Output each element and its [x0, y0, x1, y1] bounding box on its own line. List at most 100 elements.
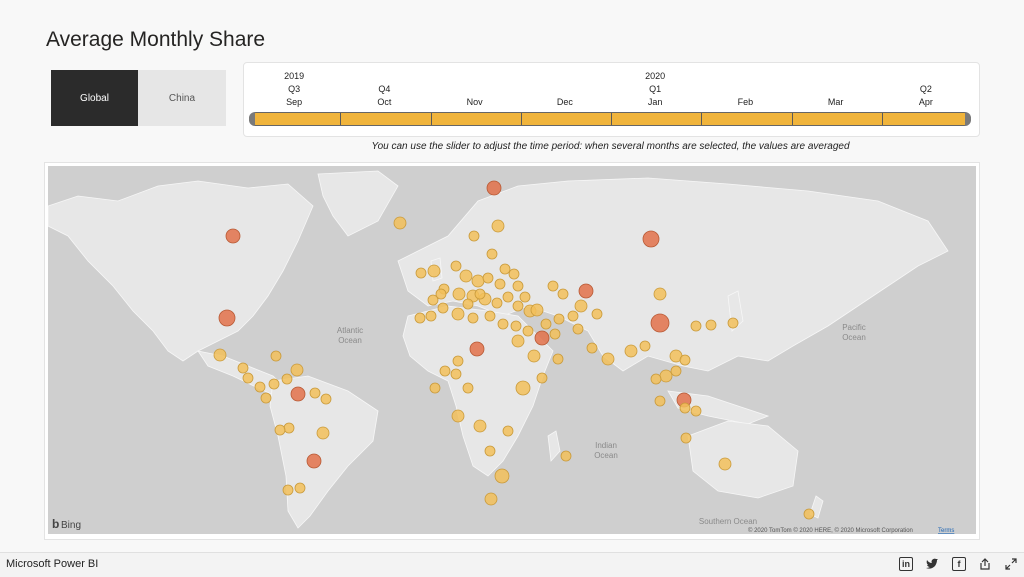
map-bubble[interactable] — [471, 274, 485, 288]
map-bubble[interactable] — [624, 344, 638, 358]
map-bubble[interactable] — [803, 508, 815, 520]
map-bubble[interactable] — [282, 484, 294, 496]
world-bubble-map[interactable]: Atlantic Ocean Pacific Ocean Indian Ocean Sout… — [48, 166, 976, 534]
facebook-icon[interactable]: f — [952, 557, 966, 571]
map-bubble[interactable] — [294, 482, 306, 494]
map-bubble[interactable] — [547, 280, 559, 292]
map-bubble[interactable] — [511, 334, 525, 348]
map-bubble[interactable] — [468, 230, 480, 242]
map-bubble[interactable] — [494, 278, 506, 290]
map-bubble[interactable] — [225, 228, 241, 244]
map-bubble[interactable] — [482, 272, 494, 284]
map-bubble[interactable] — [560, 450, 572, 462]
map-bubble[interactable] — [439, 365, 451, 377]
map-bubble[interactable] — [553, 313, 565, 325]
map-bubble[interactable] — [601, 352, 615, 366]
map-bubble[interactable] — [670, 365, 682, 377]
map-bubble[interactable] — [486, 180, 502, 196]
map-bubble[interactable] — [320, 393, 332, 405]
map-bubble[interactable] — [427, 264, 441, 278]
map-bubble[interactable] — [654, 395, 666, 407]
map-bubble[interactable] — [425, 310, 437, 322]
map-bubble[interactable] — [462, 382, 474, 394]
map-bubble[interactable] — [679, 402, 691, 414]
toggle-china-button[interactable]: China — [138, 70, 226, 126]
map-bubble[interactable] — [557, 288, 569, 300]
map-bubble[interactable] — [393, 216, 407, 230]
map-bubble[interactable] — [586, 342, 598, 354]
map-bubble[interactable] — [512, 300, 524, 312]
slider-left-handle[interactable] — [249, 112, 255, 126]
map-bubble[interactable] — [469, 341, 485, 357]
share-icon[interactable] — [978, 557, 992, 571]
map-bubble[interactable] — [316, 426, 330, 440]
map-bubble[interactable] — [414, 312, 426, 324]
map-bubble[interactable] — [467, 312, 479, 324]
map-bubble[interactable] — [502, 291, 514, 303]
map-bubble[interactable] — [451, 307, 465, 321]
map-bubble[interactable] — [536, 372, 548, 384]
map-bubble[interactable] — [578, 283, 594, 299]
map-bubble[interactable] — [290, 386, 306, 402]
map-bubble[interactable] — [260, 392, 272, 404]
map-bubble[interactable] — [552, 353, 564, 365]
map-bubble[interactable] — [659, 369, 673, 383]
map-bubble[interactable] — [512, 280, 524, 292]
map-bubble[interactable] — [474, 288, 486, 300]
map-bubble[interactable] — [515, 380, 531, 396]
map-bubble[interactable] — [650, 313, 670, 333]
map-bubble[interactable] — [283, 422, 295, 434]
map-bubble[interactable] — [572, 323, 584, 335]
map-terms-link[interactable]: Terms — [938, 528, 954, 534]
map-bubble[interactable] — [527, 349, 541, 363]
map-bubble[interactable] — [502, 425, 514, 437]
map-bubble[interactable] — [309, 387, 321, 399]
map-bubble[interactable] — [473, 419, 487, 433]
map-bubble[interactable] — [567, 310, 579, 322]
map-bubble[interactable] — [679, 354, 691, 366]
map-bubble[interactable] — [484, 492, 498, 506]
map-bubble[interactable] — [530, 303, 544, 317]
map-bubble[interactable] — [213, 348, 227, 362]
map-bubble[interactable] — [650, 373, 662, 385]
map-bubble[interactable] — [435, 288, 447, 300]
map-bubble[interactable] — [727, 317, 739, 329]
map-bubble[interactable] — [680, 432, 692, 444]
map-bubble[interactable] — [690, 320, 702, 332]
map-bubble[interactable] — [540, 318, 552, 330]
map-bubble[interactable] — [705, 319, 717, 331]
map-bubble[interactable] — [452, 355, 464, 367]
map-bubble[interactable] — [510, 320, 522, 332]
map-bubble[interactable] — [591, 308, 603, 320]
map-bubble[interactable] — [491, 219, 505, 233]
map-bubble[interactable] — [452, 287, 466, 301]
map-bubble[interactable] — [268, 378, 280, 390]
map-bubble[interactable] — [306, 453, 322, 469]
map-bubble[interactable] — [459, 269, 473, 283]
map-bubble[interactable] — [437, 302, 449, 314]
map-bubble[interactable] — [429, 382, 441, 394]
map-bubble[interactable] — [519, 291, 531, 303]
map-bubble[interactable] — [718, 457, 732, 471]
map-bubble[interactable] — [653, 287, 667, 301]
map-bubble[interactable] — [450, 260, 462, 272]
linkedin-icon[interactable]: in — [899, 557, 913, 571]
map-bubble[interactable] — [218, 309, 236, 327]
map-bubble[interactable] — [415, 267, 427, 279]
map-bubble[interactable] — [237, 362, 249, 374]
map-bubble[interactable] — [486, 248, 498, 260]
map-bubble[interactable] — [497, 318, 509, 330]
map-bubble[interactable] — [642, 230, 660, 248]
map-bubble[interactable] — [574, 299, 588, 313]
map-bubble[interactable] — [499, 263, 511, 275]
map-bubble[interactable] — [270, 350, 282, 362]
map-bubble[interactable] — [690, 405, 702, 417]
map-bubble[interactable] — [451, 409, 465, 423]
map-bubble[interactable] — [281, 373, 293, 385]
map-bubble[interactable] — [242, 372, 254, 384]
map-bubble[interactable] — [254, 381, 266, 393]
map-bubble[interactable] — [484, 310, 496, 322]
map-bubble[interactable] — [522, 325, 534, 337]
map-bubble[interactable] — [290, 363, 304, 377]
toggle-global-button[interactable]: Global — [51, 70, 138, 126]
